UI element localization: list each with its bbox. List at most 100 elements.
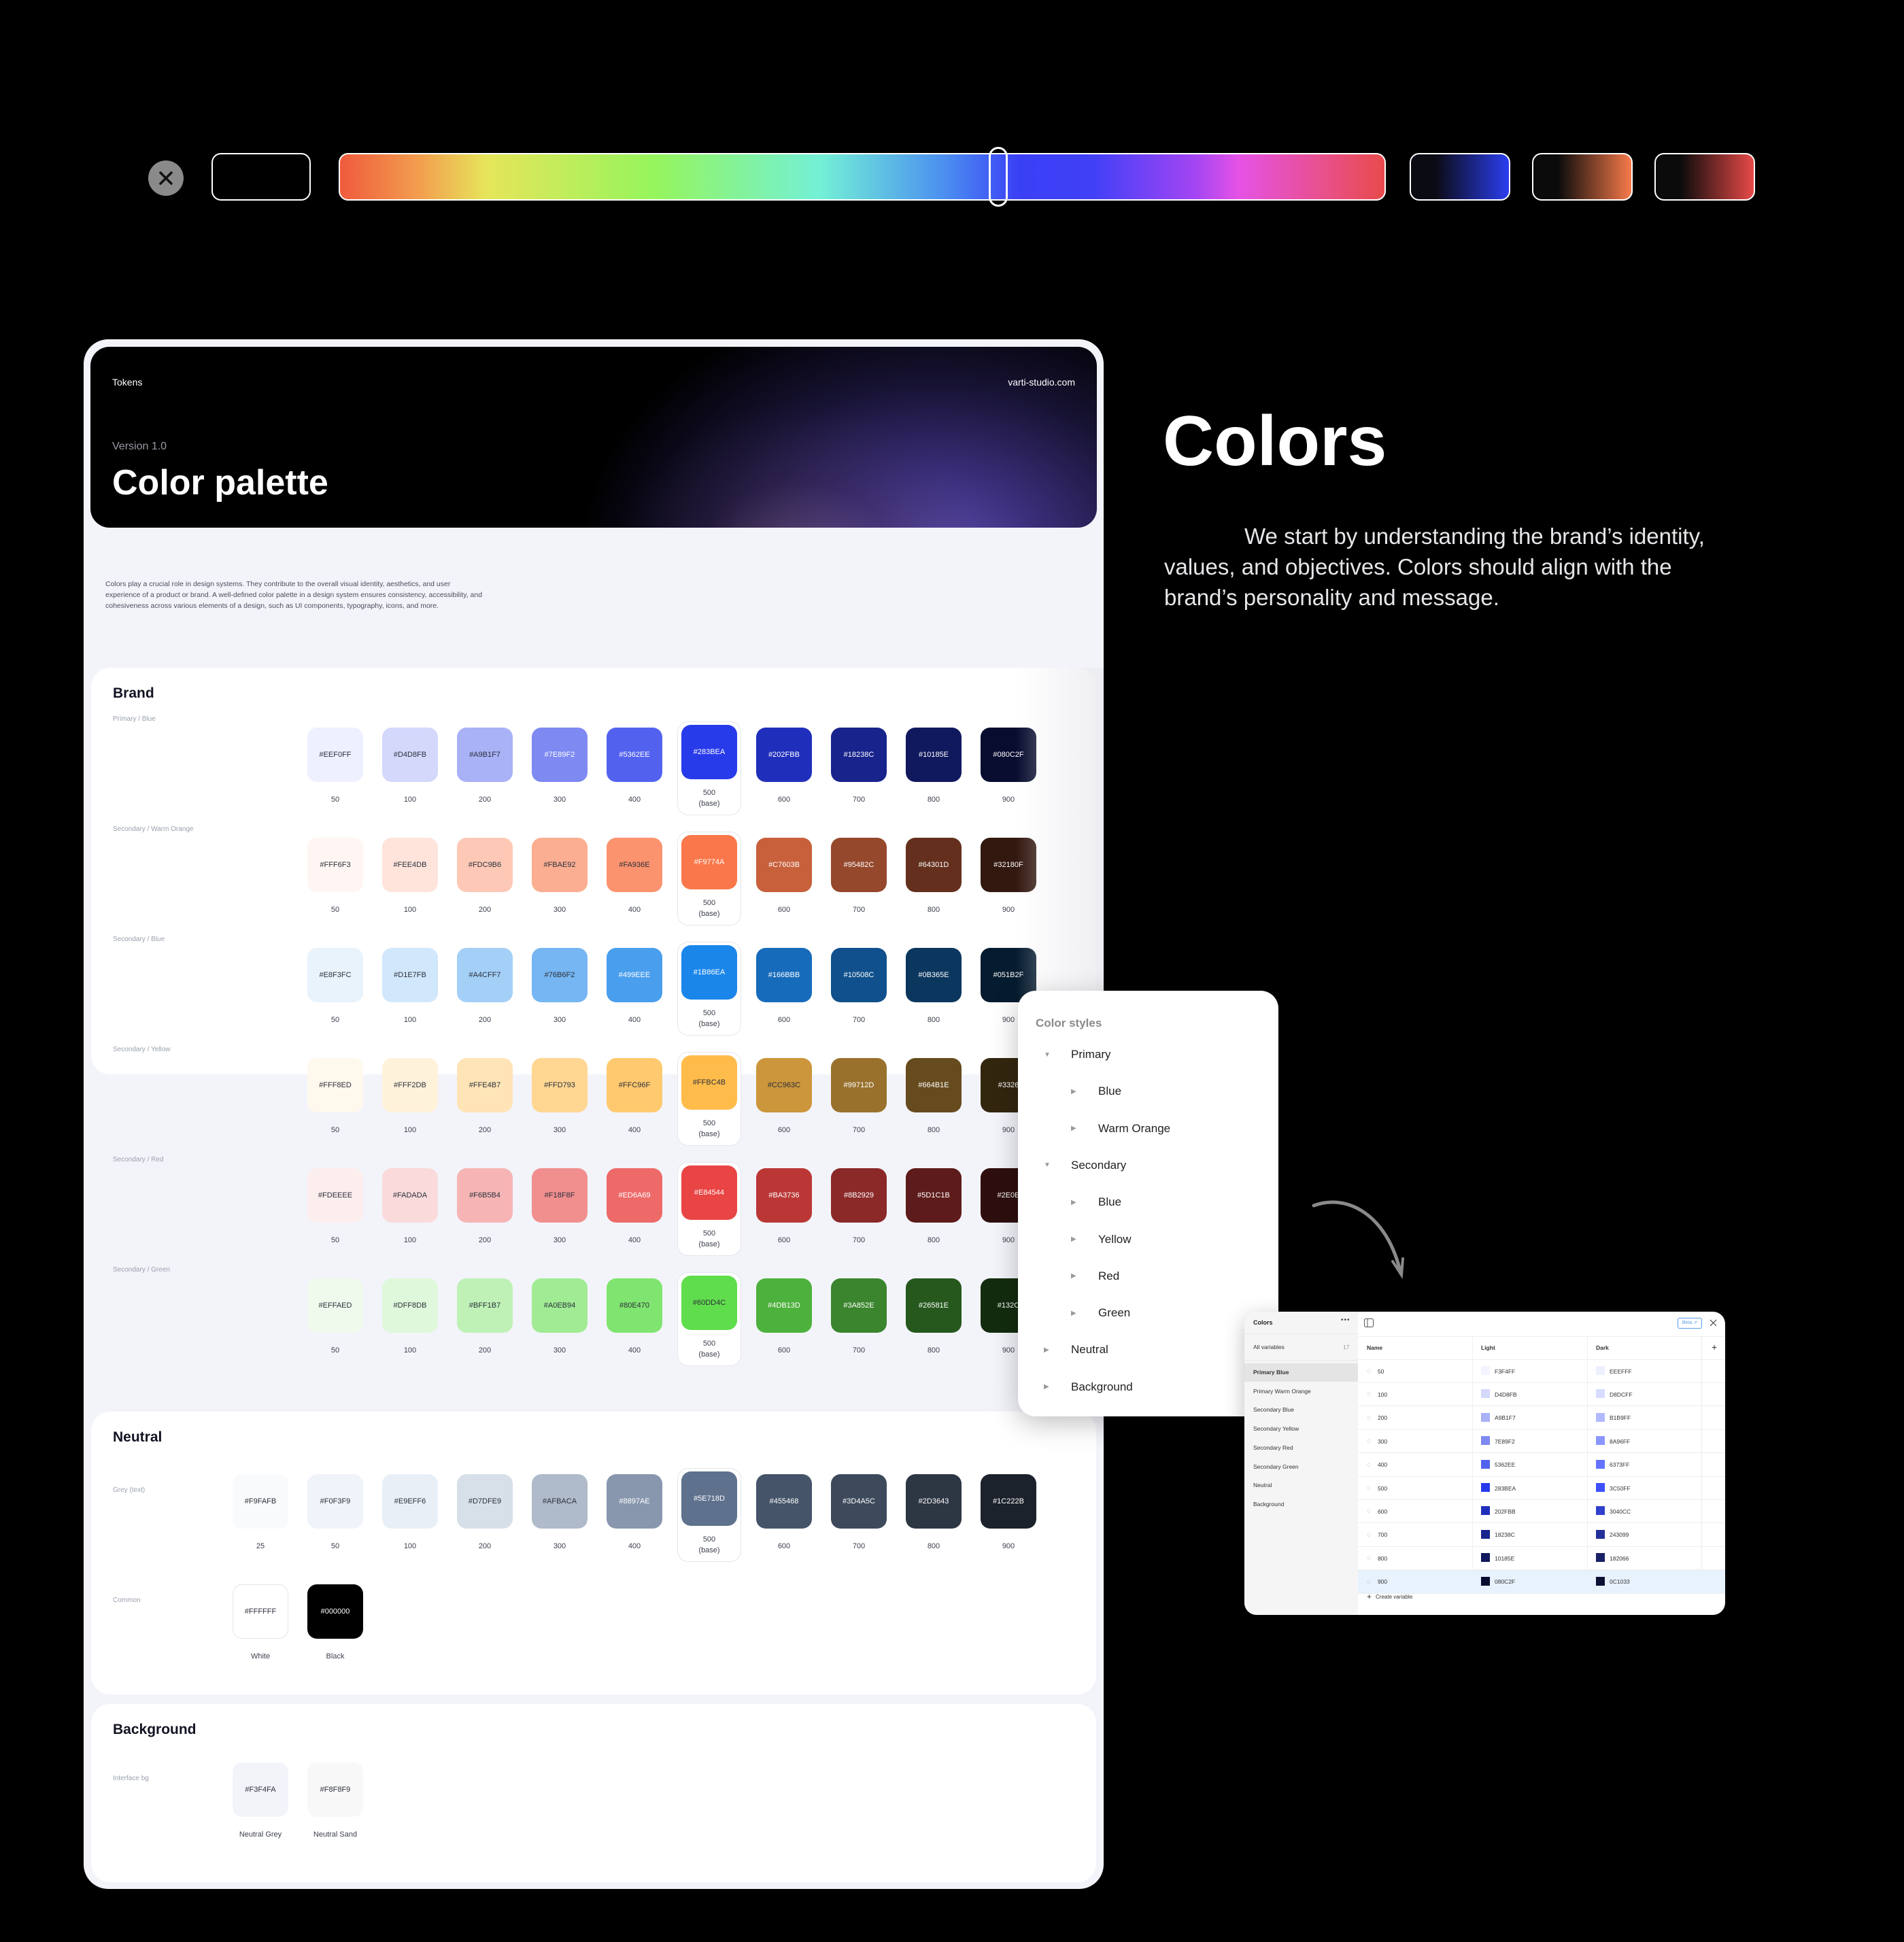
- swatch-color-chip[interactable]: #283BEA: [681, 725, 737, 779]
- swatch-color-chip[interactable]: #D4D8FB: [382, 728, 438, 782]
- swatch-color-chip[interactable]: #76B6F2: [532, 948, 588, 1002]
- add-mode-button[interactable]: +: [1712, 1342, 1717, 1352]
- swatch-color-chip[interactable]: #D7DFE9: [457, 1474, 513, 1529]
- color-swatch[interactable]: #FFE4B7 200: [457, 1058, 513, 1136]
- collection-item[interactable]: Secondary Green: [1244, 1458, 1358, 1476]
- variable-row[interactable]: ◌ 50 F3F4FF EEEFFF: [1358, 1359, 1725, 1383]
- swatch-color-chip[interactable]: #FFE4B7: [457, 1058, 513, 1112]
- caret-right-icon[interactable]: ▶: [1071, 1125, 1098, 1132]
- variable-row[interactable]: ◌ 500 283BEA 3C50FF: [1358, 1476, 1725, 1500]
- light-value-cell[interactable]: 283BEA: [1481, 1483, 1516, 1492]
- color-swatch[interactable]: #D7DFE9 200: [457, 1474, 513, 1552]
- light-value-cell[interactable]: 080C2F: [1481, 1576, 1515, 1586]
- dark-value-cell[interactable]: D8DCFF: [1596, 1389, 1633, 1399]
- tree-item-red[interactable]: ▶ Red: [1071, 1270, 1119, 1283]
- color-swatch[interactable]: #AFBACA 300: [532, 1474, 588, 1552]
- color-swatch[interactable]: #0B365E 800: [906, 948, 962, 1025]
- collection-item[interactable]: Secondary Blue: [1244, 1401, 1358, 1419]
- swatch-color-chip[interactable]: #8897AE: [607, 1474, 662, 1529]
- swatch-color-chip[interactable]: #BA3736: [756, 1168, 812, 1223]
- swatch-color-chip[interactable]: #F6B5B4: [457, 1168, 513, 1223]
- tree-item-blue[interactable]: ▶ Blue: [1071, 1195, 1121, 1209]
- color-swatch[interactable]: #3D4A5C 700: [831, 1474, 887, 1552]
- swatch-color-chip[interactable]: #95482C: [831, 838, 887, 892]
- swatch-color-chip[interactable]: #18238C: [831, 728, 887, 782]
- swatch-color-chip[interactable]: #5D1C1B: [906, 1168, 962, 1223]
- hue-slider-handle[interactable]: [989, 147, 1008, 207]
- color-swatch[interactable]: #2D3643 800: [906, 1474, 962, 1552]
- color-swatch[interactable]: #76B6F2 300: [532, 948, 588, 1025]
- swatch-color-chip[interactable]: #EFFAED: [307, 1278, 363, 1333]
- color-swatch[interactable]: #FFF6F3 50: [307, 838, 363, 915]
- light-value-cell[interactable]: 7E89F2: [1481, 1436, 1515, 1446]
- swatch-color-chip[interactable]: #EEF0FF: [307, 728, 363, 782]
- color-swatch[interactable]: #F9FAFB 25: [233, 1474, 288, 1552]
- sidebar-toggle-icon[interactable]: [1364, 1318, 1374, 1327]
- color-swatch[interactable]: #FDEEEE 50: [307, 1168, 363, 1246]
- color-swatch[interactable]: #ED6A69 400: [607, 1168, 662, 1246]
- color-swatch[interactable]: #EFFAED 50: [307, 1278, 363, 1356]
- color-swatch[interactable]: #F18F8F 300: [532, 1168, 588, 1246]
- color-swatch[interactable]: #C7603B 600: [756, 838, 812, 915]
- swatch-color-chip[interactable]: #2D3643: [906, 1474, 962, 1529]
- caret-right-icon[interactable]: ▶: [1071, 1236, 1098, 1243]
- swatch-color-chip[interactable]: #1C222B: [981, 1474, 1036, 1529]
- color-swatch[interactable]: #F9774A 500 (base): [681, 835, 737, 919]
- color-swatch[interactable]: #D4D8FB 100: [382, 728, 438, 805]
- color-swatch[interactable]: #8B2929 700: [831, 1168, 887, 1246]
- hue-spectrum-slider[interactable]: [339, 153, 1386, 201]
- color-swatch[interactable]: #FFBC4B 500 (base): [681, 1055, 737, 1140]
- color-swatch[interactable]: #664B1E 800: [906, 1058, 962, 1136]
- color-swatch[interactable]: #A9B1F7 200: [457, 728, 513, 805]
- collection-item[interactable]: Background: [1244, 1495, 1358, 1514]
- color-swatch[interactable]: #FADADA 100: [382, 1168, 438, 1246]
- variable-row[interactable]: ◌ 700 18238C 243099: [1358, 1523, 1725, 1547]
- swatch-color-chip[interactable]: #F18F8F: [532, 1168, 588, 1223]
- color-swatch[interactable]: #F6B5B4 200: [457, 1168, 513, 1246]
- color-swatch[interactable]: #DFF8DB 100: [382, 1278, 438, 1356]
- variable-row[interactable]: ◌ 800 10185E 182066: [1358, 1546, 1725, 1571]
- color-swatch[interactable]: #BFF1B7 200: [457, 1278, 513, 1356]
- color-swatch[interactable]: #7E89F2 300: [532, 728, 588, 805]
- dark-value-cell[interactable]: B1B9FF: [1596, 1412, 1631, 1422]
- collection-item[interactable]: Primary Warm Orange: [1244, 1382, 1358, 1401]
- all-variables-item[interactable]: All variables 17: [1244, 1333, 1358, 1361]
- color-swatch[interactable]: #FFFFFF White: [233, 1584, 288, 1662]
- more-icon[interactable]: •••: [1341, 1316, 1350, 1324]
- swatch-color-chip[interactable]: #BFF1B7: [457, 1278, 513, 1333]
- caret-right-icon[interactable]: ▶: [1071, 1199, 1098, 1206]
- swatch-color-chip[interactable]: #FA936E: [607, 838, 662, 892]
- caret-right-icon[interactable]: ▶: [1044, 1383, 1071, 1391]
- color-swatch[interactable]: #FFD793 300: [532, 1058, 588, 1136]
- swatch-color-chip[interactable]: #499EEE: [607, 948, 662, 1002]
- light-value-cell[interactable]: 5362EE: [1481, 1459, 1515, 1469]
- caret-down-icon[interactable]: ▼: [1044, 1051, 1071, 1059]
- color-swatch[interactable]: #455468 600: [756, 1474, 812, 1552]
- color-swatch[interactable]: #F0F3F9 50: [307, 1474, 363, 1552]
- variable-row[interactable]: ◌ 400 5362EE 6373FF: [1358, 1453, 1725, 1477]
- swatch-color-chip[interactable]: #FFF8ED: [307, 1058, 363, 1112]
- color-swatch[interactable]: #A0EB94 300: [532, 1278, 588, 1356]
- swatch-color-chip[interactable]: #455468: [756, 1474, 812, 1529]
- gradient-swatch-blue[interactable]: [1410, 153, 1510, 201]
- color-swatch[interactable]: #1C222B 900: [981, 1474, 1036, 1552]
- swatch-color-chip[interactable]: #CC963C: [756, 1058, 812, 1112]
- swatch-color-chip[interactable]: #3D4A5C: [831, 1474, 887, 1529]
- swatch-color-chip[interactable]: #5E718D: [681, 1471, 737, 1526]
- swatch-color-chip[interactable]: #F3F4FA: [233, 1762, 288, 1817]
- color-swatch[interactable]: #8897AE 400: [607, 1474, 662, 1552]
- swatch-color-chip[interactable]: #FFF6F3: [307, 838, 363, 892]
- beta-badge[interactable]: Beta ↗: [1678, 1318, 1702, 1329]
- color-swatch[interactable]: #99712D 700: [831, 1058, 887, 1136]
- swatch-color-chip[interactable]: #FDEEEE: [307, 1168, 363, 1223]
- variable-row[interactable]: ◌ 100 D4D8FB D8DCFF: [1358, 1382, 1725, 1407]
- color-swatch[interactable]: #E9EFF6 100: [382, 1474, 438, 1552]
- caret-down-icon[interactable]: ▼: [1044, 1161, 1071, 1169]
- tree-item-primary[interactable]: ▼ Primary: [1044, 1048, 1111, 1061]
- swatch-color-chip[interactable]: #FDC9B6: [457, 838, 513, 892]
- swatch-color-chip[interactable]: #ED6A69: [607, 1168, 662, 1223]
- color-swatch[interactable]: #FFF2DB 100: [382, 1058, 438, 1136]
- light-value-cell[interactable]: A9B1F7: [1481, 1412, 1516, 1422]
- swatch-color-chip[interactable]: #AFBACA: [532, 1474, 588, 1529]
- gradient-swatch-red[interactable]: [1654, 153, 1755, 201]
